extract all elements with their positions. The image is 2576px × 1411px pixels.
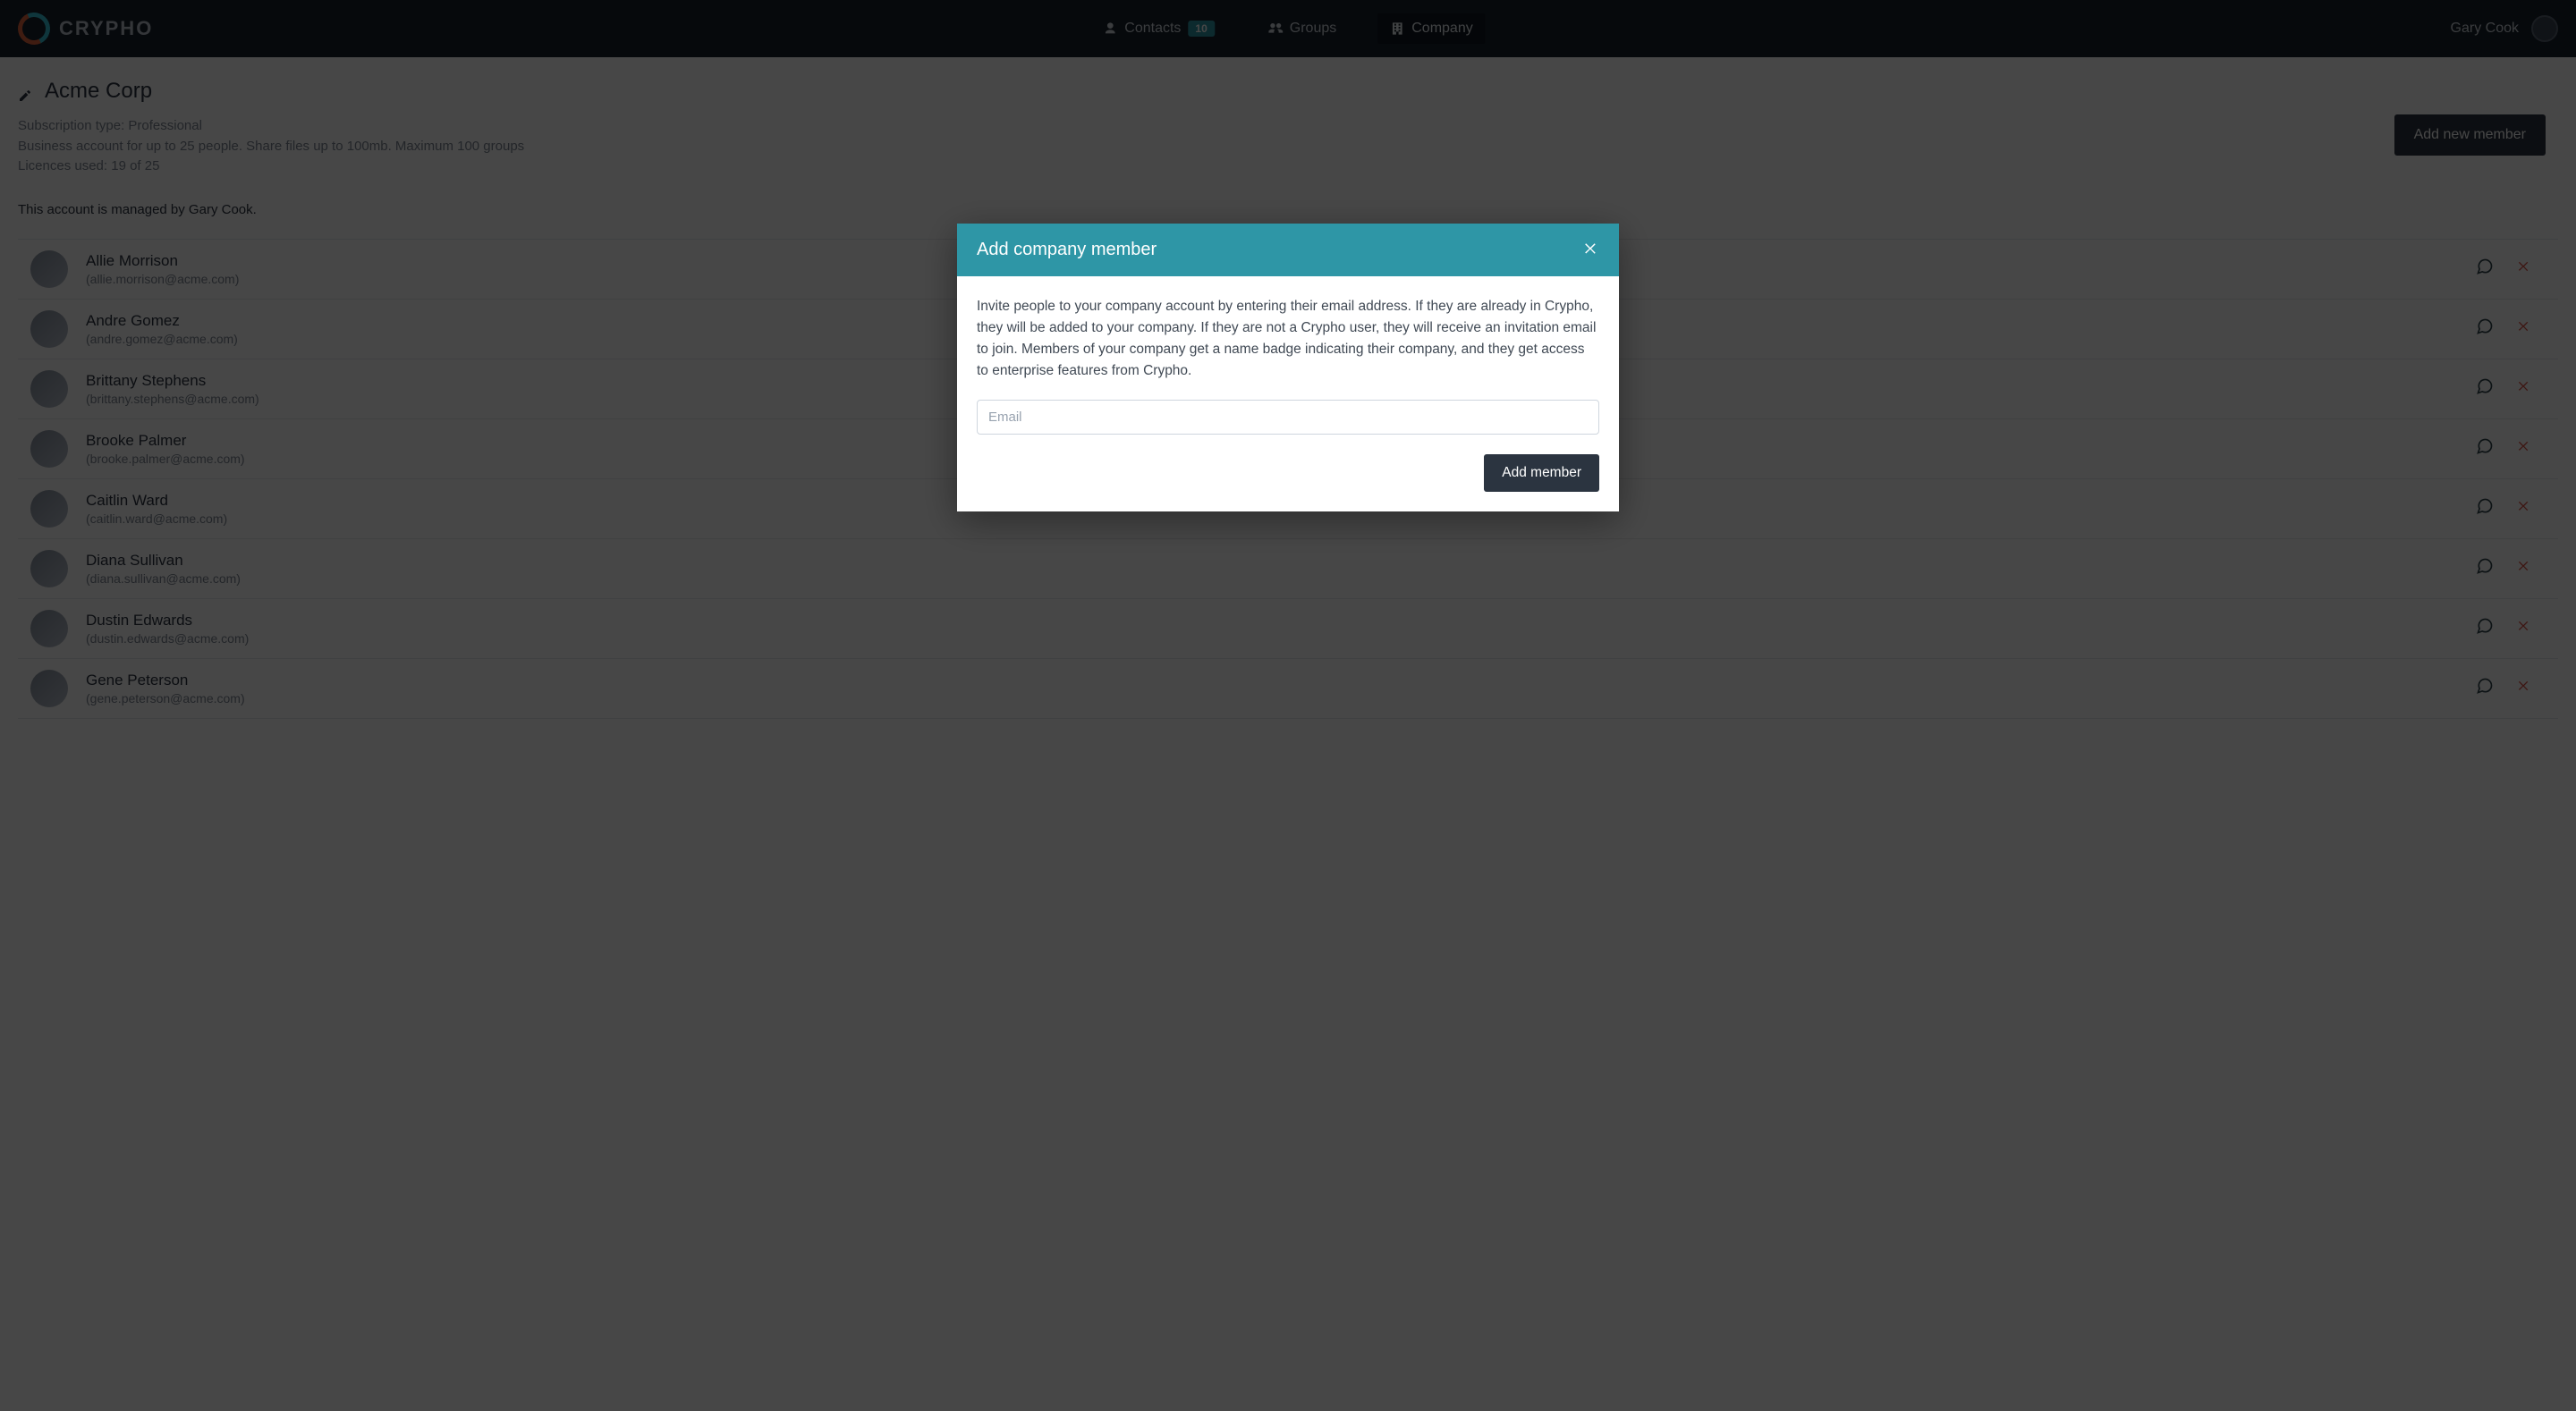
modal-footer: Add member: [957, 454, 1619, 511]
modal-body: Invite people to your company account by…: [957, 276, 1619, 454]
modal-description: Invite people to your company account by…: [977, 296, 1599, 382]
modal-overlay: Add company member Invite people to your…: [0, 0, 2576, 1411]
email-input[interactable]: [977, 400, 1599, 435]
modal-close-icon[interactable]: [1583, 241, 1599, 260]
modal-title: Add company member: [977, 240, 1583, 260]
add-member-modal: Add company member Invite people to your…: [957, 224, 1619, 511]
add-member-submit-button[interactable]: Add member: [1484, 454, 1599, 492]
modal-header: Add company member: [957, 224, 1619, 276]
